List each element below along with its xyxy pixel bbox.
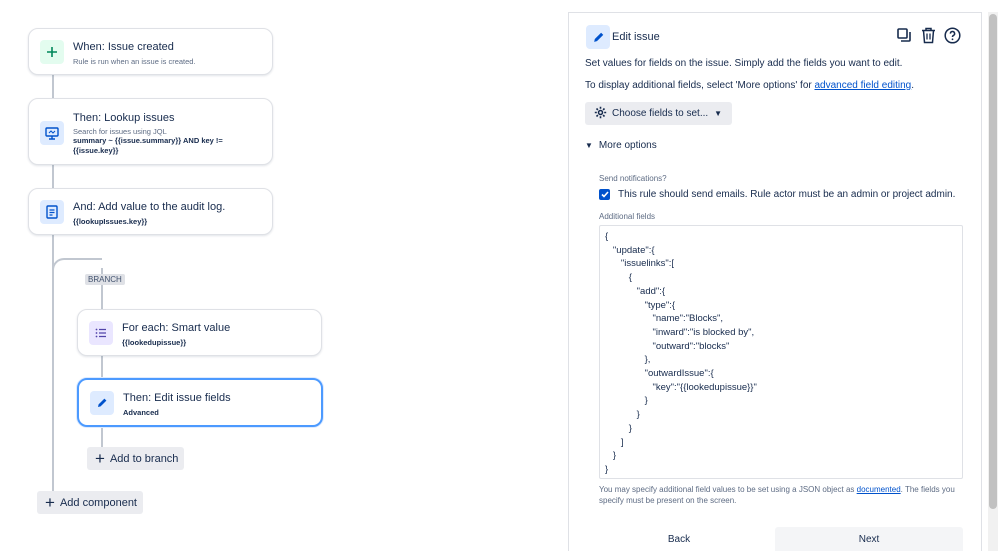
- audit-title: And: Add value to the audit log.: [73, 201, 226, 213]
- trigger-subtitle: Rule is run when an issue is created.: [73, 57, 196, 66]
- edit-issue-panel: Edit issue Set values for fields on the …: [568, 12, 982, 551]
- scrollbar-thumb[interactable]: [989, 14, 997, 509]
- add-component-button[interactable]: + Add component: [37, 491, 143, 514]
- json-editor-content: { "update":{ "issuelinks":[ { "add":{ "t…: [605, 231, 757, 475]
- panel-title: Edit issue: [612, 31, 660, 43]
- edit-subtitle: Advanced: [123, 408, 159, 417]
- panel-scrollbar[interactable]: [988, 12, 998, 551]
- trigger-title: When: Issue created: [73, 41, 174, 53]
- panel-intro: Set values for fields on the issue. Simp…: [585, 58, 903, 69]
- next-button[interactable]: Next: [775, 527, 963, 551]
- send-email-checkbox[interactable]: [599, 189, 610, 200]
- lookup-issues-card[interactable]: Then: Lookup issues Search for issues us…: [28, 98, 273, 165]
- more-options-label: More options: [598, 140, 657, 151]
- add-to-branch-button[interactable]: + Add to branch: [87, 447, 184, 470]
- list-icon: [89, 321, 113, 345]
- branch-label: BRANCH: [85, 274, 125, 285]
- for-each-subtitle: {{lookedupissue}}: [122, 338, 187, 347]
- additional-fields-json-editor[interactable]: { "update":{ "issuelinks":[ { "add":{ "t…: [599, 225, 963, 479]
- for-each-title: For each: Smart value: [122, 322, 231, 334]
- rule-canvas: When: Issue created Rule is run when an …: [0, 0, 560, 551]
- pencil-icon: [586, 25, 610, 49]
- advanced-field-editing-link[interactable]: advanced field editing: [815, 80, 912, 91]
- send-notifications-label: Send notifications?: [599, 174, 667, 183]
- chevron-down-icon: ▼: [714, 109, 723, 118]
- audit-log-card[interactable]: And: Add value to the audit log. {{looku…: [28, 188, 273, 235]
- add-to-branch-label: Add to branch: [109, 452, 179, 465]
- gear-icon: [594, 106, 607, 122]
- choose-fields-label: Choose fields to set...: [612, 108, 709, 119]
- back-button[interactable]: Back: [585, 527, 773, 551]
- trash-icon[interactable]: [919, 26, 937, 44]
- display-hint-suffix: .: [911, 80, 915, 91]
- monitor-icon: [40, 121, 64, 145]
- display-hint-text: To display additional fields, select 'Mo…: [585, 80, 815, 91]
- plus-icon: [40, 40, 64, 64]
- pencil-icon: [90, 391, 114, 415]
- documented-link[interactable]: documented: [857, 485, 901, 494]
- copy-icon[interactable]: [895, 26, 913, 44]
- lookup-jql: summary ~ {{issue.summary}} AND key != {…: [73, 136, 223, 155]
- send-email-checkbox-label: This rule should send emails. Rule actor…: [618, 189, 956, 200]
- lookup-title: Then: Lookup issues: [73, 112, 175, 124]
- edit-issue-card[interactable]: Then: Edit issue fields Advanced: [77, 378, 323, 427]
- plus-icon: +: [45, 493, 55, 512]
- help-icon[interactable]: [943, 26, 961, 44]
- additional-fields-label: Additional fields: [599, 212, 656, 221]
- for-each-card[interactable]: For each: Smart value {{lookedupissue}}: [77, 309, 322, 356]
- plus-icon: +: [95, 449, 105, 468]
- panel-display-hint: To display additional fields, select 'Mo…: [585, 80, 914, 91]
- audit-subtitle: {{lookupIssues.key}}: [73, 217, 148, 226]
- more-options-toggle[interactable]: ▼ More options: [585, 140, 657, 151]
- panel-toolbar: [895, 26, 961, 44]
- edit-title: Then: Edit issue fields: [123, 392, 231, 404]
- choose-fields-button[interactable]: Choose fields to set... ▼: [585, 102, 732, 125]
- add-component-label: Add component: [59, 496, 137, 509]
- help-text-prefix: You may specify additional field values …: [599, 485, 857, 494]
- json-help-text: You may specify additional field values …: [599, 484, 965, 506]
- document-icon: [40, 200, 64, 224]
- trigger-card[interactable]: When: Issue created Rule is run when an …: [28, 28, 273, 75]
- send-email-checkbox-row[interactable]: This rule should send emails. Rule actor…: [599, 189, 955, 200]
- chevron-down-icon: ▼: [585, 141, 593, 150]
